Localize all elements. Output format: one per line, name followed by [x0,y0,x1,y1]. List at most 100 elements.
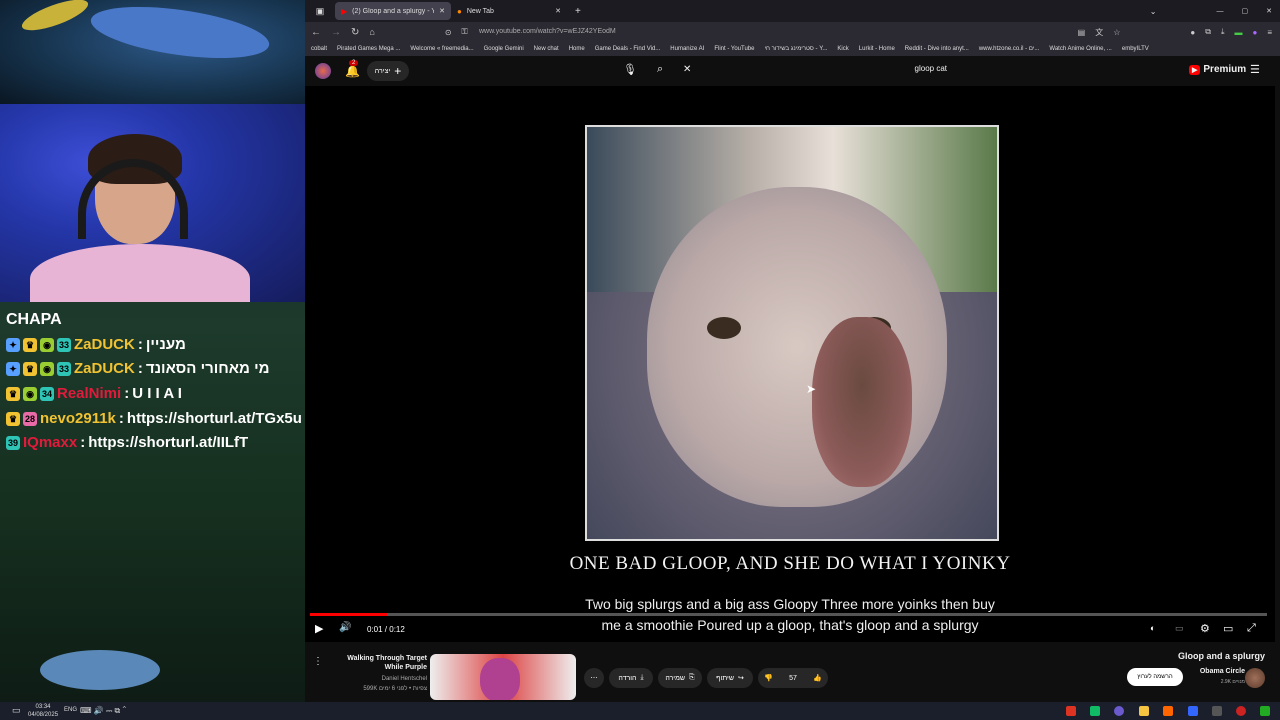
search-input[interactable]: gloop cat [697,64,947,78]
download-arrow-icon: ⤓ [640,674,644,681]
shield-icon[interactable]: ⊙ [445,28,452,37]
app-icon[interactable] [1236,706,1246,716]
steam-icon[interactable] [1090,706,1100,716]
related-video-channel[interactable]: Daniel Hentschel [329,676,427,682]
bookmark-item[interactable]: Google Gemini [484,46,524,52]
like-icon[interactable]: 👍 [813,674,822,682]
bookmark-item[interactable]: Welcome « freemedia... [410,46,473,52]
extension-green-icon[interactable]: ▬ [1234,28,1242,37]
home-icon[interactable]: ⌂ [369,27,374,37]
more-horiz-icon: ⋯ [590,675,598,682]
autoplay-toggle-icon[interactable]: ◐ [1150,623,1155,633]
bookmarks-bar: cobalt Pirated Games Mega ... Welcome « fr… [305,42,1280,56]
notifications-bell-icon[interactable]: 🔔 [345,64,360,78]
download-button[interactable]: הורדה ⤓ [609,668,653,688]
search-icon[interactable]: ⌕ [657,63,663,76]
play-icon[interactable]: ▶ [315,622,323,635]
theater-mode-icon[interactable]: ▭ [1223,622,1233,635]
permissions-icon[interactable]: ⚿ [462,27,468,37]
channel-avatar[interactable] [1245,668,1265,688]
video-caption: ONE BAD GLOOP, AND SHE DO WHAT I YOINKY [569,553,1011,574]
app-icon[interactable] [1212,706,1222,716]
related-video-title[interactable]: Walking Through Target While Purple [329,654,427,672]
hamburger-menu-icon[interactable]: ☰ [1250,63,1260,76]
extensions-icon[interactable]: ⧉ [1205,27,1211,37]
tab-new[interactable]: ● New Tab ✕ [451,2,567,20]
microphone-icon[interactable]: 🎙 [623,63,637,76]
bookmark-item[interactable]: Flint - YouTube [714,46,754,52]
youtube-premium-logo[interactable]: ▶ Premium [1189,64,1246,75]
settings-gear-icon[interactable]: ⚙ [1200,622,1210,635]
bookmark-item[interactable]: Game Deals - Find Vid... [595,46,661,52]
time-display: 0:01 / 0:12 [367,625,405,634]
back-icon[interactable]: ← [311,27,321,38]
channel-name-link[interactable]: Obama Circle [1175,668,1245,675]
youtube-logo-icon: ▶ [1189,64,1201,75]
clock[interactable]: 03:34 04/08/2025 [28,703,58,719]
extension-purple-icon[interactable]: ● [1252,28,1257,37]
file-explorer-icon[interactable] [1139,706,1149,716]
app-icon[interactable] [1188,706,1198,716]
system-tray-icons[interactable]: ⌨ 🔊 ⎓ ⧉ ⌃ [80,706,126,716]
bookmark-item[interactable]: Reddit - Dive into anyt... [905,46,969,52]
close-tab-icon[interactable]: ✕ [439,7,445,15]
captions-icon[interactable]: ▭ [1175,623,1184,634]
bookmark-item[interactable]: Lurkit - Home [859,46,895,52]
tab-youtube[interactable]: ▶ (2) Gloop and a splurgy - YouTube ✕ [335,2,451,20]
bookmark-item[interactable]: Humanize AI [670,46,704,52]
bookmark-item[interactable]: cobalt [311,46,327,52]
progress-bar[interactable] [310,613,1267,616]
more-actions-button[interactable]: ⋯ [584,668,604,688]
bookmark-item[interactable]: Kick [837,46,848,52]
notifications-icon[interactable]: ▭ [12,705,21,716]
close-tab-icon[interactable]: ✕ [555,7,561,15]
reader-icon[interactable]: ▤ [1078,28,1086,37]
bookmark-item[interactable]: www.htzone.co.il - ים... [979,46,1040,52]
menu-icon[interactable]: ≡ [1267,28,1272,37]
navigation-bar: ← → ↻ ⌂ ⊙ ⚿ www.youtube.com/watch?v=wEJZ… [305,22,1280,42]
forward-icon[interactable]: → [331,27,341,38]
bookmark-item[interactable]: New chat [534,46,559,52]
youtube-app-icon[interactable] [1066,706,1076,716]
language-indicator[interactable]: ENG [64,707,77,713]
new-tab-icon[interactable]: + [575,6,581,17]
address-bar[interactable]: www.youtube.com/watch?v=wEJZ42YEodM [479,28,616,35]
create-button[interactable]: יצירה + [367,61,409,81]
bookmark-item[interactable]: Watch Anime Online, ... [1049,46,1111,52]
bookmark-icon: ⎘ [689,674,695,681]
chevron-down-icon[interactable]: ⌄ [1150,7,1157,16]
video-player[interactable]: ➤ ONE BAD GLOOP, AND SHE DO WHAT I YOINK… [305,86,1275,642]
dislike-icon[interactable]: 👎 [764,674,773,682]
clear-search-icon[interactable]: ✕ [683,64,691,75]
download-icon[interactable]: ⤓ [1221,27,1225,37]
channel-name: CHAPA [6,311,62,328]
avatar[interactable] [315,63,331,79]
share-button[interactable]: שיתוף ↪ [707,668,753,688]
app-icon[interactable] [1260,706,1270,716]
minimize-icon[interactable]: — [1217,8,1224,15]
reload-icon[interactable]: ↻ [351,27,359,38]
firefox-icon[interactable] [1163,706,1173,716]
tab-bar: ▣ ▶ (2) Gloop and a splurgy - YouTube ✕ … [305,0,1280,22]
more-vert-icon[interactable]: ⋮ [313,656,323,667]
related-video-thumbnail[interactable] [430,654,576,700]
tab-list-icon[interactable]: ▣ [305,6,335,17]
bookmark-item[interactable]: סטרימינג בשידור חי - Y... [764,46,827,52]
fullscreen-icon[interactable]: ⤢ [1247,622,1256,635]
browser-window: ▣ ▶ (2) Gloop and a splurgy - YouTube ✕ … [305,0,1280,702]
bookmark-item[interactable]: Home [569,46,585,52]
maximize-icon[interactable]: ▢ [1242,7,1249,15]
bookmark-item[interactable]: embyILTV [1122,46,1149,52]
bookmark-star-icon[interactable]: ☆ [1113,28,1120,37]
aquarium-background [0,0,305,104]
account-icon[interactable]: ● [1190,28,1195,37]
close-window-icon[interactable]: ✕ [1266,7,1272,15]
save-button[interactable]: שמירה ⎘ [658,668,702,688]
translate-icon[interactable]: 文 [1095,27,1103,38]
subscriber-count: 2.9K מנויים [1220,679,1245,685]
youtube-header: 🔔 2 יצירה + 🎙 ⌕ ✕ gloop cat ▶ Premium ☰ [305,56,1280,86]
discord-icon[interactable] [1114,706,1124,716]
bookmark-item[interactable]: Pirated Games Mega ... [337,46,400,52]
subscribe-button[interactable]: הרשמה לערוץ [1127,668,1183,686]
volume-icon[interactable]: 🔊 [339,622,351,633]
